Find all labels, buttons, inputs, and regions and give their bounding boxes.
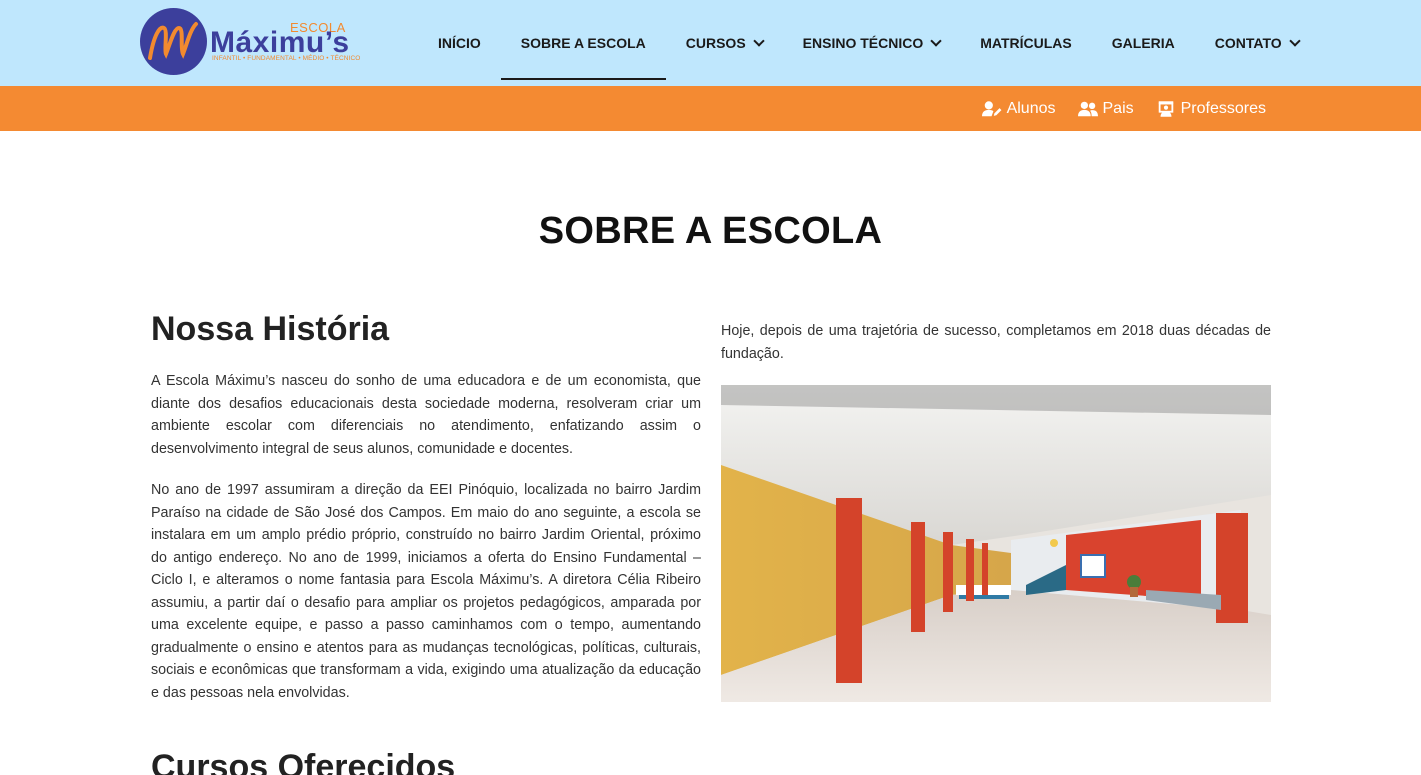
- pais-label: Pais: [1102, 99, 1134, 117]
- chevron-down-icon: [930, 34, 942, 47]
- nav-label: CONTATO: [1214, 35, 1282, 51]
- hallway-illustration: [721, 385, 1271, 702]
- nav-item-matriculas[interactable]: MATRÍCULAS: [960, 6, 1092, 80]
- alunos-link[interactable]: Alunos: [981, 99, 1056, 118]
- main-nav: INÍCIO SOBRE A ESCOLA CURSOS ENSINO TÉCN…: [418, 0, 1319, 86]
- logo-name-text: Máximu’s: [210, 26, 350, 59]
- history-section: Nossa História A Escola Máximu’s nasceu …: [151, 310, 701, 723]
- history-heading: Nossa História: [151, 310, 390, 348]
- users-icon: [1077, 101, 1098, 116]
- professores-label: Professores: [1180, 99, 1266, 117]
- page-title: SOBRE A ESCOLA: [538, 210, 883, 252]
- nav-item-galeria[interactable]: GALERIA: [1092, 6, 1195, 80]
- nav-label: CURSOS: [685, 35, 746, 51]
- chevron-down-icon: [1288, 34, 1301, 47]
- site-logo[interactable]: ESCOLA Máximu’s INFANTIL • FUNDAMENTAL •…: [140, 8, 380, 78]
- history-summary: Hoje, depois de uma trajetória de sucess…: [721, 320, 1271, 365]
- history-paragraph-1: A Escola Máximu’s nasceu do sonho de uma…: [151, 373, 701, 457]
- quick-links: Alunos Pais Professores: [981, 86, 1266, 131]
- nav-item-cursos[interactable]: CURSOS: [666, 6, 783, 80]
- nav-item-ensino-tecnico[interactable]: ENSINO TÉCNICO: [783, 6, 961, 80]
- courses-heading: Cursos Oferecidos: [151, 748, 456, 775]
- history-paragraph-3: Hoje, depois de uma trajetória de sucess…: [721, 323, 1271, 362]
- logo-m-icon: [148, 22, 198, 60]
- chalkboard-teacher-icon: [1158, 100, 1173, 117]
- logo-emblem: [140, 8, 207, 75]
- user-edit-icon: [981, 100, 1002, 116]
- logo-tagline: INFANTIL • FUNDAMENTAL • MÉDIO • TÉCNICO: [212, 55, 361, 62]
- school-hallway-photo: [721, 385, 1271, 702]
- pais-link[interactable]: Pais: [1077, 99, 1134, 118]
- quick-links-bar: Alunos Pais Professores: [0, 86, 1421, 131]
- nav-item-inicio[interactable]: INÍCIO: [418, 6, 501, 80]
- nav-label: ENSINO TÉCNICO: [802, 35, 924, 51]
- nav-label: INÍCIO: [438, 35, 481, 51]
- nav-label: MATRÍCULAS: [980, 35, 1072, 51]
- nav-label: GALERIA: [1111, 35, 1175, 51]
- history-paragraph-2: No ano de 1997 assumiram a direção da EE…: [151, 482, 701, 701]
- alunos-label: Alunos: [1006, 99, 1056, 117]
- nav-label: SOBRE A ESCOLA: [520, 35, 646, 51]
- professores-link[interactable]: Professores: [1156, 100, 1266, 118]
- nav-item-sobre-a-escola[interactable]: SOBRE A ESCOLA: [500, 6, 666, 80]
- site-header: ESCOLA Máximu’s INFANTIL • FUNDAMENTAL •…: [0, 0, 1421, 86]
- chevron-down-icon: [753, 34, 765, 47]
- nav-item-contato[interactable]: CONTATO: [1195, 6, 1319, 80]
